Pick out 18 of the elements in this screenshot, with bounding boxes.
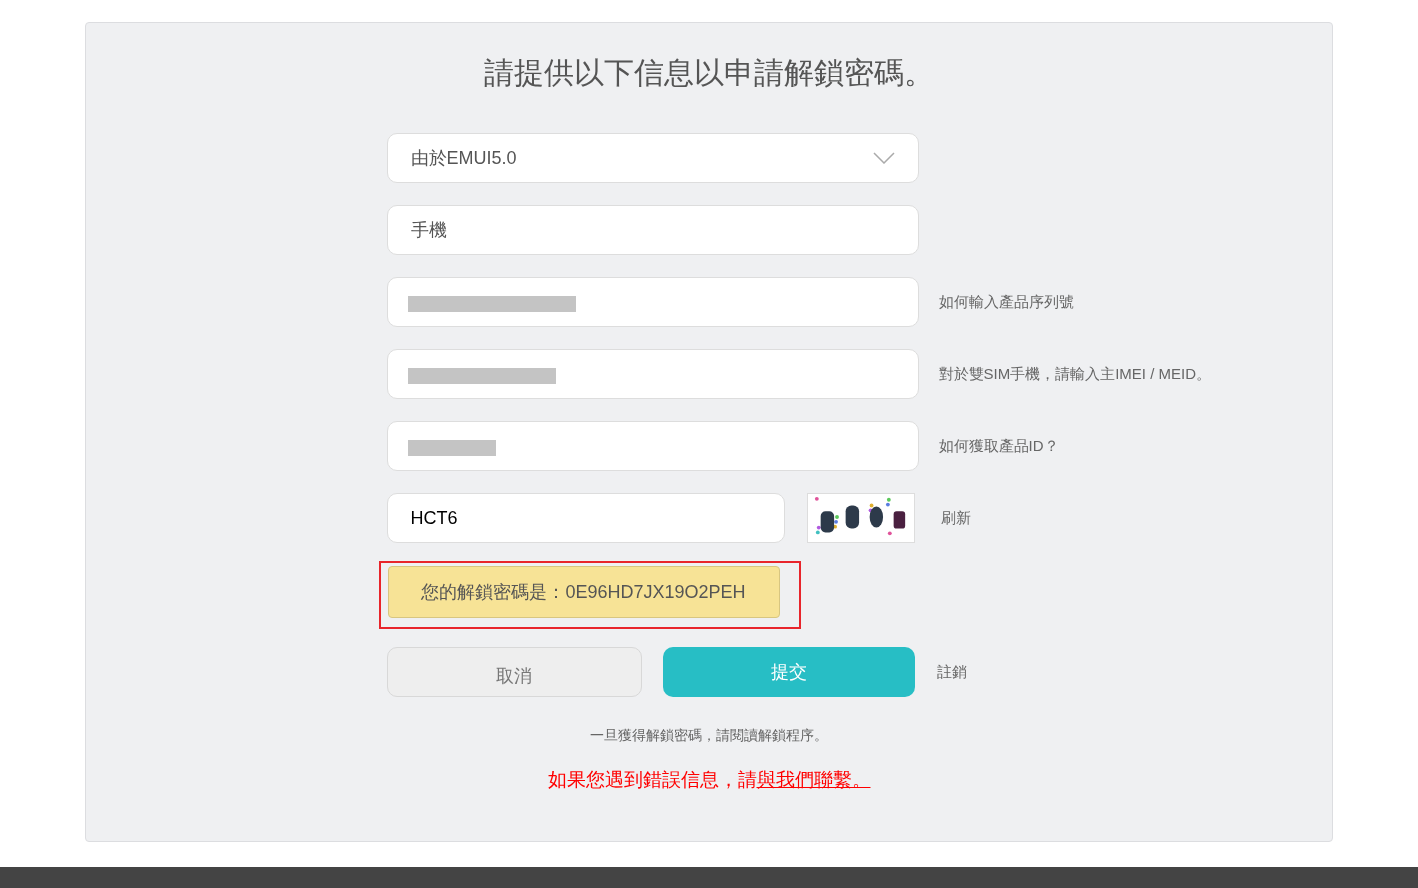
input-field[interactable]: 手機 <box>386 205 919 255</box>
contact-message: 如果您遇到錯誤信息，請與我們聯繫。 <box>547 768 871 792</box>
help-link[interactable]: 對於雙SIM手機，請輸入主IMEI / MEID。 <box>938 362 1211 386</box>
model-dropdown[interactable]: 由於EMUI5.0 <box>386 133 919 183</box>
page-title: 請提供以下信息以申請解鎖密碼。 <box>484 55 934 91</box>
unlock-code-message: 您的解鎖密碼是：0E96HD7JX19O2PEH <box>387 566 780 618</box>
refresh-link[interactable]: 刷新 <box>940 506 971 530</box>
chevron-down-icon <box>872 152 895 164</box>
contact-link[interactable]: 與我們聯繫。 <box>756 769 871 790</box>
captcha-field[interactable]: HCT6 <box>386 493 785 543</box>
logout-link[interactable]: 註銷 <box>936 660 967 684</box>
help-link[interactable]: 如何輸入產品序列號 <box>938 290 1074 314</box>
input-field[interactable] <box>386 349 919 399</box>
instruction-text: 一旦獲得解鎖密碼，請閱讀解鎖程序。 <box>590 726 828 745</box>
input-field[interactable] <box>386 277 919 327</box>
help-link[interactable]: 如何獲取產品ID？ <box>938 434 1059 458</box>
input-field[interactable] <box>386 421 919 471</box>
cancel-button[interactable]: 取消 <box>386 647 642 697</box>
